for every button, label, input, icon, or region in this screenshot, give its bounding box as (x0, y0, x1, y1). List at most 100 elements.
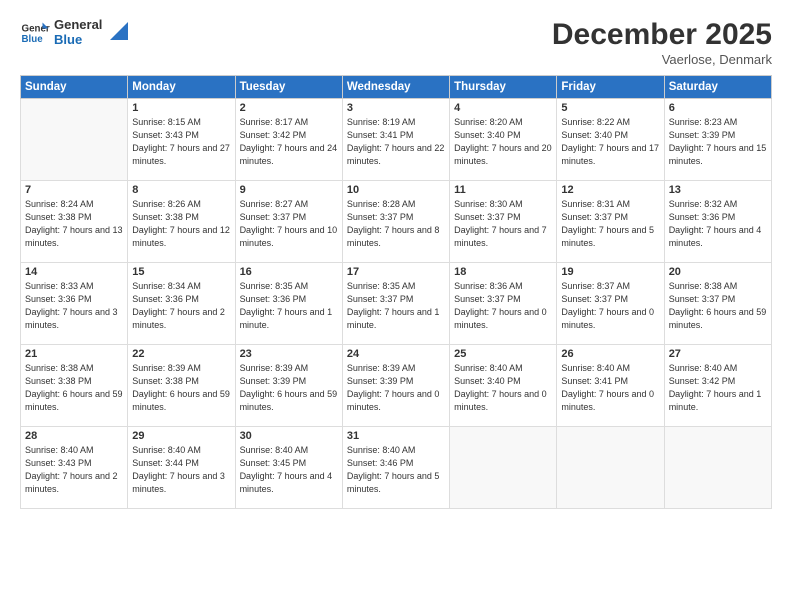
day-number: 8 (132, 184, 230, 196)
calendar-cell: 21Sunrise: 8:38 AM Sunset: 3:38 PM Dayli… (21, 345, 128, 427)
day-number: 2 (240, 102, 338, 114)
calendar-cell: 23 Sunrise: 8:39 AM Sunset: 3:39 PM Dayli… (235, 345, 342, 427)
day-info: Sunrise: 8:27 AM Sunset: 3:37 PM Dayligh… (240, 198, 338, 250)
day-number: 9 (240, 184, 338, 196)
calendar-cell: 28 Sunrise: 8:40 AM Sunset: 3:43 PM Dayli… (21, 427, 128, 509)
day-info: Sunrise: 8:17 AM Sunset: 3:42 PM Dayligh… (240, 116, 338, 168)
calendar-cell: 4 Sunrise: 8:20 AM Sunset: 3:40 PM Daylig… (450, 99, 557, 181)
calendar-cell: 15Sunrise: 8:34 AM Sunset: 3:36 PM Dayli… (128, 263, 235, 345)
day-number: 28 (25, 430, 123, 442)
day-info: Sunrise: 8:28 AM Sunset: 3:37 PM Dayligh… (347, 198, 445, 250)
calendar-cell: 29Sunrise: 8:40 AM Sunset: 3:44 PM Dayli… (128, 427, 235, 509)
day-info: Sunrise: 8:30 AM Sunset: 3:37 PM Dayligh… (454, 198, 552, 250)
day-number: 30 (240, 430, 338, 442)
week-row-3: 21Sunrise: 8:38 AM Sunset: 3:38 PM Dayli… (21, 345, 772, 427)
header-row: SundayMondayTuesdayWednesdayThursdayFrid… (21, 76, 772, 99)
day-number: 1 (132, 102, 230, 114)
logo-blue-text: Blue (54, 33, 102, 48)
calendar-cell: 10 Sunrise: 8:28 AM Sunset: 3:37 PM Dayli… (342, 181, 449, 263)
svg-text:Blue: Blue (22, 34, 44, 45)
day-info: Sunrise: 8:39 AM Sunset: 3:38 PM Dayligh… (132, 362, 230, 414)
calendar-cell: 13 Sunrise: 8:32 AM Sunset: 3:36 PM Dayli… (664, 181, 771, 263)
day-number: 3 (347, 102, 445, 114)
day-number: 4 (454, 102, 552, 114)
day-number: 20 (669, 266, 767, 278)
calendar-cell: 9 Sunrise: 8:27 AM Sunset: 3:37 PM Daylig… (235, 181, 342, 263)
calendar-cell: 19Sunrise: 8:37 AM Sunset: 3:37 PM Dayli… (557, 263, 664, 345)
calendar-cell: 5 Sunrise: 8:22 AM Sunset: 3:40 PM Daylig… (557, 99, 664, 181)
day-info: Sunrise: 8:39 AM Sunset: 3:39 PM Dayligh… (347, 362, 445, 414)
col-header-thursday: Thursday (450, 76, 557, 99)
calendar-cell: 18 Sunrise: 8:36 AM Sunset: 3:37 PM Dayli… (450, 263, 557, 345)
day-info: Sunrise: 8:34 AM Sunset: 3:36 PM Dayligh… (132, 280, 230, 332)
logo-triangle-icon (106, 22, 128, 44)
week-row-0: 1 Sunrise: 8:15 AM Sunset: 3:43 PM Daylig… (21, 99, 772, 181)
day-number: 26 (561, 348, 659, 360)
calendar-cell: 1 Sunrise: 8:15 AM Sunset: 3:43 PM Daylig… (128, 99, 235, 181)
calendar-cell: 14Sunrise: 8:33 AM Sunset: 3:36 PM Dayli… (21, 263, 128, 345)
col-header-friday: Friday (557, 76, 664, 99)
day-info: Sunrise: 8:36 AM Sunset: 3:37 PM Dayligh… (454, 280, 552, 332)
week-row-4: 28 Sunrise: 8:40 AM Sunset: 3:43 PM Dayli… (21, 427, 772, 509)
calendar-cell: 31Sunrise: 8:40 AM Sunset: 3:46 PM Dayli… (342, 427, 449, 509)
calendar-cell: 22 Sunrise: 8:39 AM Sunset: 3:38 PM Dayli… (128, 345, 235, 427)
day-number: 23 (240, 348, 338, 360)
calendar-cell: 8Sunrise: 8:26 AM Sunset: 3:38 PM Daylig… (128, 181, 235, 263)
day-number: 12 (561, 184, 659, 196)
day-info: Sunrise: 8:20 AM Sunset: 3:40 PM Dayligh… (454, 116, 552, 168)
day-info: Sunrise: 8:15 AM Sunset: 3:43 PM Dayligh… (132, 116, 230, 168)
calendar-cell (664, 427, 771, 509)
logo-general-text: General (54, 18, 102, 33)
page: General Blue General Blue December 2025 … (0, 0, 792, 612)
day-number: 13 (669, 184, 767, 196)
day-info: Sunrise: 8:22 AM Sunset: 3:40 PM Dayligh… (561, 116, 659, 168)
day-info: Sunrise: 8:40 AM Sunset: 3:45 PM Dayligh… (240, 444, 338, 496)
day-number: 21 (25, 348, 123, 360)
day-info: Sunrise: 8:39 AM Sunset: 3:39 PM Dayligh… (240, 362, 338, 414)
day-info: Sunrise: 8:32 AM Sunset: 3:36 PM Dayligh… (669, 198, 767, 250)
week-row-2: 14Sunrise: 8:33 AM Sunset: 3:36 PM Dayli… (21, 263, 772, 345)
col-header-monday: Monday (128, 76, 235, 99)
day-number: 17 (347, 266, 445, 278)
day-info: Sunrise: 8:33 AM Sunset: 3:36 PM Dayligh… (25, 280, 123, 332)
svg-text:General: General (22, 24, 51, 35)
calendar-cell: 20Sunrise: 8:38 AM Sunset: 3:37 PM Dayli… (664, 263, 771, 345)
calendar-cell: 7Sunrise: 8:24 AM Sunset: 3:38 PM Daylig… (21, 181, 128, 263)
day-info: Sunrise: 8:40 AM Sunset: 3:40 PM Dayligh… (454, 362, 552, 414)
day-info: Sunrise: 8:35 AM Sunset: 3:36 PM Dayligh… (240, 280, 338, 332)
day-info: Sunrise: 8:40 AM Sunset: 3:43 PM Dayligh… (25, 444, 123, 496)
logo-icon: General Blue (20, 18, 50, 48)
day-number: 18 (454, 266, 552, 278)
day-info: Sunrise: 8:37 AM Sunset: 3:37 PM Dayligh… (561, 280, 659, 332)
calendar-cell: 16 Sunrise: 8:35 AM Sunset: 3:36 PM Dayli… (235, 263, 342, 345)
day-number: 31 (347, 430, 445, 442)
calendar-cell: 6 Sunrise: 8:23 AM Sunset: 3:39 PM Daylig… (664, 99, 771, 181)
calendar-cell (557, 427, 664, 509)
calendar-cell: 12Sunrise: 8:31 AM Sunset: 3:37 PM Dayli… (557, 181, 664, 263)
location: Vaerlose, Denmark (552, 52, 772, 67)
day-info: Sunrise: 8:19 AM Sunset: 3:41 PM Dayligh… (347, 116, 445, 168)
day-info: Sunrise: 8:40 AM Sunset: 3:42 PM Dayligh… (669, 362, 767, 414)
col-header-tuesday: Tuesday (235, 76, 342, 99)
week-row-1: 7Sunrise: 8:24 AM Sunset: 3:38 PM Daylig… (21, 181, 772, 263)
day-info: Sunrise: 8:35 AM Sunset: 3:37 PM Dayligh… (347, 280, 445, 332)
calendar-cell: 26 Sunrise: 8:40 AM Sunset: 3:41 PM Dayli… (557, 345, 664, 427)
day-number: 5 (561, 102, 659, 114)
calendar-cell: 30 Sunrise: 8:40 AM Sunset: 3:45 PM Dayli… (235, 427, 342, 509)
logo: General Blue General Blue (20, 18, 128, 48)
day-number: 10 (347, 184, 445, 196)
day-number: 11 (454, 184, 552, 196)
col-header-wednesday: Wednesday (342, 76, 449, 99)
day-number: 27 (669, 348, 767, 360)
day-number: 29 (132, 430, 230, 442)
col-header-saturday: Saturday (664, 76, 771, 99)
day-number: 6 (669, 102, 767, 114)
day-info: Sunrise: 8:23 AM Sunset: 3:39 PM Dayligh… (669, 116, 767, 168)
calendar-cell: 25Sunrise: 8:40 AM Sunset: 3:40 PM Dayli… (450, 345, 557, 427)
title-block: December 2025 Vaerlose, Denmark (552, 18, 772, 67)
day-info: Sunrise: 8:40 AM Sunset: 3:41 PM Dayligh… (561, 362, 659, 414)
header: General Blue General Blue December 2025 … (20, 18, 772, 67)
day-number: 16 (240, 266, 338, 278)
calendar-cell: 24Sunrise: 8:39 AM Sunset: 3:39 PM Dayli… (342, 345, 449, 427)
day-number: 22 (132, 348, 230, 360)
